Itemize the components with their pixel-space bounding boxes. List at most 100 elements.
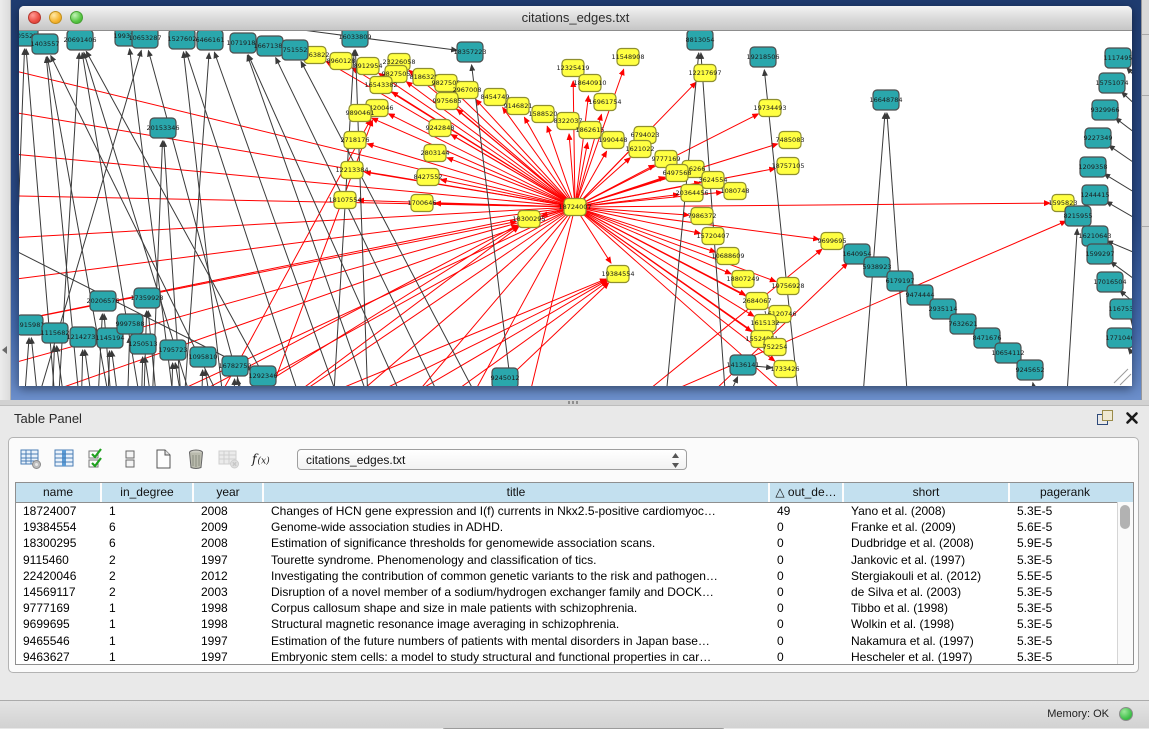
graph-node[interactable]: 2718176 <box>341 132 370 149</box>
table-row[interactable]: 1872400712008Changes of HCN gene express… <box>16 503 1133 519</box>
graph-node[interactable]: 1733426 <box>771 361 800 378</box>
graph-node[interactable]: 9245012 <box>491 368 520 386</box>
graph-node[interactable]: 18107554 <box>328 192 361 209</box>
graph-node[interactable]: 16961754 <box>588 94 621 111</box>
graph-node[interactable]: 18357223 <box>453 42 486 62</box>
graph-node[interactable]: 8813054 <box>686 31 715 50</box>
graph-node[interactable]: 9329966 <box>1091 100 1120 120</box>
graph-node[interactable]: 1403557 <box>31 34 60 54</box>
graph-node[interactable]: 9975685 <box>433 93 462 110</box>
graph-node[interactable]: 9997588 <box>116 314 145 334</box>
graph-node[interactable]: 18807249 <box>726 271 759 288</box>
graph-node[interactable]: 1250513 <box>129 334 158 354</box>
select-rows-icon[interactable] <box>85 447 109 471</box>
table-row[interactable]: 1456911722003Disruption of a novel membe… <box>16 584 1133 600</box>
graph-node[interactable]: 1615132 <box>751 315 780 332</box>
graph-node[interactable]: 8960128 <box>327 53 356 70</box>
row-height-icon[interactable] <box>118 447 142 471</box>
network-canvas[interactable]: 1872400771638228960128891295423226058982… <box>19 31 1132 386</box>
graph-node[interactable]: 9245652 <box>1016 360 1045 380</box>
graph-node[interactable]: 7632621 <box>949 314 978 334</box>
graph-node[interactable]: 9227349 <box>1084 128 1113 148</box>
panel-splitter[interactable] <box>0 400 1149 406</box>
table-row[interactable]: 1830029562008Estimation of significance … <box>16 535 1133 551</box>
table-mode-icon[interactable] <box>19 447 43 471</box>
graph-node[interactable]: 16033809 <box>338 31 371 47</box>
graph-node[interactable]: 8427552 <box>414 169 443 186</box>
float-panel-icon[interactable] <box>1097 410 1113 426</box>
new-column-icon[interactable] <box>151 447 175 471</box>
close-panel-icon[interactable] <box>1125 411 1139 425</box>
graph-node[interactable]: 1621022 <box>626 141 655 158</box>
graph-node[interactable]: 1990448 <box>599 132 628 149</box>
graph-node[interactable]: 1700646 <box>408 195 437 212</box>
graph-node[interactable]: 8912954 <box>354 58 383 75</box>
graph-node[interactable]: 15751074 <box>1095 73 1128 93</box>
network-graph[interactable]: 1872400771638228960128891295423226058982… <box>19 31 1132 386</box>
graph-node[interactable]: 1115682 <box>41 323 70 343</box>
graph-node[interactable]: 9890461 <box>346 105 375 122</box>
graph-node[interactable]: 12217697 <box>688 65 721 82</box>
graph-node[interactable]: 7986372 <box>688 208 717 225</box>
graph-node[interactable]: 2803144 <box>421 145 450 162</box>
graph-node[interactable]: 752254 <box>763 339 788 356</box>
graph-node[interactable]: 17016504 <box>1093 272 1126 292</box>
graph-node[interactable]: 20206576 <box>86 291 119 311</box>
column-header-short[interactable]: short <box>844 483 1010 502</box>
graph-node[interactable]: 14136141 <box>726 355 759 375</box>
graph-node[interactable]: 16648784 <box>869 90 902 110</box>
graph-node[interactable]: 1795723 <box>159 340 188 360</box>
column-header-year[interactable]: year <box>194 483 264 502</box>
network-window-titlebar[interactable]: citations_edges.txt <box>19 6 1132 31</box>
graph-node[interactable]: 6466161 <box>196 31 225 50</box>
graph-node[interactable]: 7485083 <box>776 132 805 149</box>
table-select-dropdown[interactable]: citations_edges.txt <box>297 449 687 470</box>
table-row[interactable]: 1938455462009Genome-wide association stu… <box>16 519 1133 535</box>
graph-node[interactable]: 20153346 <box>146 118 179 138</box>
graph-node[interactable]: 8215955 <box>1064 206 1093 226</box>
graph-node[interactable]: 1527602 <box>168 31 197 49</box>
graph-node[interactable]: 1095810 <box>189 347 218 367</box>
delete-column-icon[interactable] <box>184 447 208 471</box>
table-row[interactable]: 969969511998Structural magnetic resonanc… <box>16 616 1133 632</box>
graph-node[interactable]: 19218506 <box>746 47 779 67</box>
graph-node[interactable]: 3624554 <box>699 172 728 189</box>
graph-node[interactable]: 1599297 <box>1086 244 1115 264</box>
graph-node[interactable]: 9699695 <box>818 233 847 250</box>
table-row[interactable]: 977716911998Corpus callosum shape and si… <box>16 600 1133 616</box>
graph-node[interactable]: 18757105 <box>771 158 804 175</box>
column-header-title[interactable]: title <box>264 483 770 502</box>
graph-node[interactable]: 6497568 <box>663 165 692 182</box>
table-row[interactable]: 946554611997Estimation of the future num… <box>16 633 1133 649</box>
graph-node[interactable]: 2684067 <box>743 293 772 310</box>
table-row[interactable]: 911546021997Tourette syndrome. Phenomeno… <box>16 552 1133 568</box>
graph-node[interactable]: 9242848 <box>426 120 455 137</box>
splitter-grip-icon[interactable] <box>568 401 580 404</box>
column-header-in_degree[interactable]: in_degree <box>102 483 194 502</box>
graph-node[interactable]: 1292346 <box>249 366 278 386</box>
graph-node[interactable]: 1771046 <box>1106 328 1132 348</box>
graph-node[interactable]: 1080748 <box>721 183 750 200</box>
column-header-name[interactable]: name <box>16 483 102 502</box>
graph-node[interactable]: 16210643 <box>1078 226 1111 246</box>
graph-node[interactable]: 751552 <box>282 40 308 60</box>
graph-node[interactable]: 19756928 <box>771 278 804 295</box>
graph-node[interactable]: 17359928 <box>130 288 163 308</box>
function-builder-icon[interactable]: f(x) <box>250 447 274 471</box>
graph-node[interactable]: 1244415 <box>1081 185 1110 205</box>
table-row[interactable]: 2242004622012Investigating the contribut… <box>16 568 1133 584</box>
graph-node[interactable]: 20691406 <box>63 31 96 50</box>
table-scrollbar-thumb[interactable] <box>1120 505 1130 529</box>
graph-node[interactable]: 10653287 <box>128 31 161 48</box>
graph-node[interactable]: 15720407 <box>696 228 729 245</box>
column-header-out_de[interactable]: △ out_de… <box>770 483 844 502</box>
graph-node[interactable]: 11548908 <box>611 49 644 66</box>
graph-node[interactable]: 1117495 <box>1104 48 1132 68</box>
show-column-icon[interactable] <box>52 447 76 471</box>
table-scrollbar[interactable] <box>1117 502 1133 664</box>
table-row[interactable]: 946362711997Embryonic stem cells: a mode… <box>16 649 1133 665</box>
column-header-pagerank[interactable]: pagerank <box>1010 483 1120 502</box>
expand-panel-arrow-icon[interactable] <box>2 346 7 354</box>
graph-node[interactable]: 1209358 <box>1079 157 1108 177</box>
graph-node[interactable]: 16782759 <box>218 356 251 376</box>
